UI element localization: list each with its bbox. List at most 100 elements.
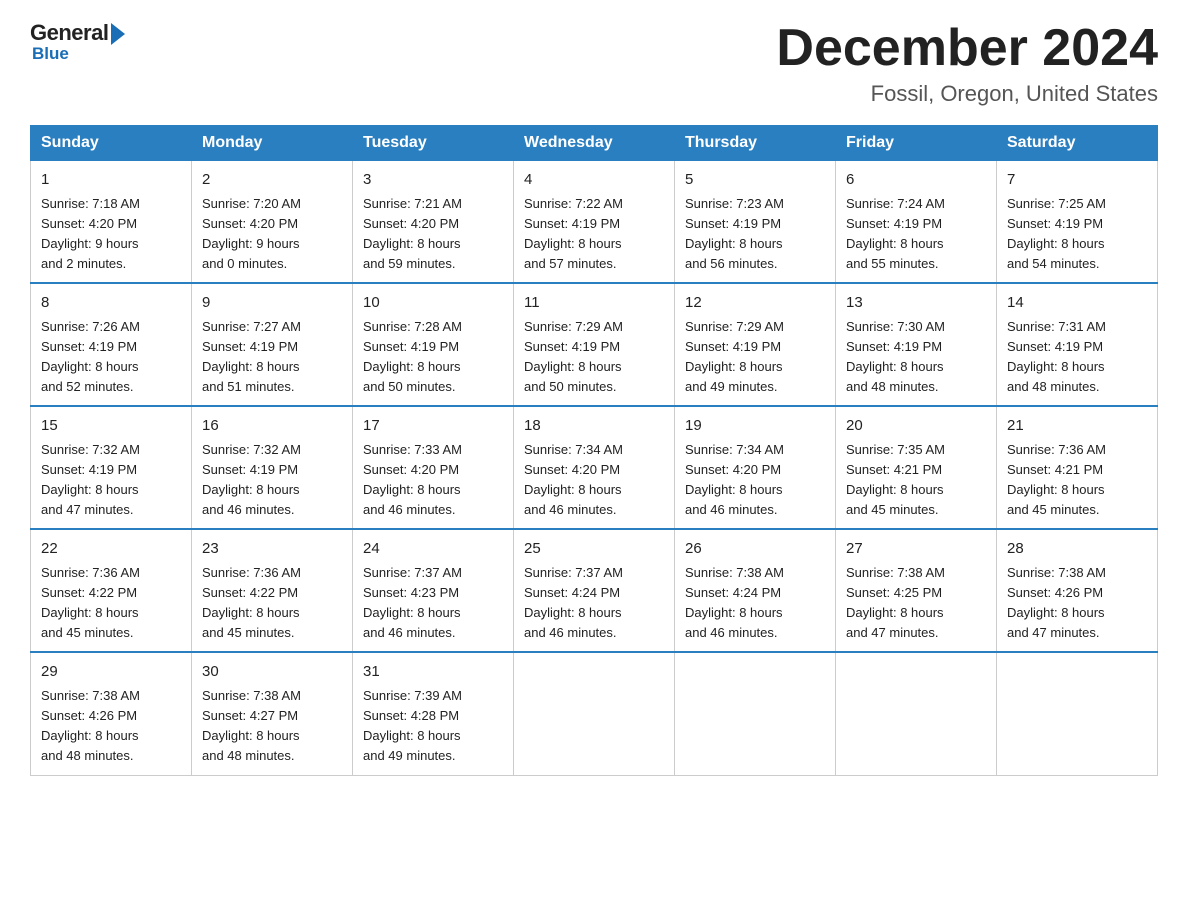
calendar-cell: 13 Sunrise: 7:30 AMSunset: 4:19 PMDaylig…: [836, 283, 997, 406]
calendar-week-row: 1 Sunrise: 7:18 AMSunset: 4:20 PMDayligh…: [31, 161, 1158, 284]
calendar-week-row: 29 Sunrise: 7:38 AMSunset: 4:26 PMDaylig…: [31, 652, 1158, 775]
title-block: December 2024 Fossil, Oregon, United Sta…: [776, 20, 1158, 107]
day-number: 13: [846, 292, 986, 315]
day-of-week-header: Saturday: [997, 126, 1158, 161]
day-info: Sunrise: 7:34 AMSunset: 4:20 PMDaylight:…: [524, 442, 623, 517]
day-of-week-header: Tuesday: [353, 126, 514, 161]
day-number: 23: [202, 538, 342, 561]
calendar-cell: 15 Sunrise: 7:32 AMSunset: 4:19 PMDaylig…: [31, 406, 192, 529]
calendar-week-row: 22 Sunrise: 7:36 AMSunset: 4:22 PMDaylig…: [31, 529, 1158, 652]
day-info: Sunrise: 7:38 AMSunset: 4:26 PMDaylight:…: [1007, 565, 1106, 640]
calendar-header-row: SundayMondayTuesdayWednesdayThursdayFrid…: [31, 126, 1158, 161]
calendar-week-row: 8 Sunrise: 7:26 AMSunset: 4:19 PMDayligh…: [31, 283, 1158, 406]
day-number: 1: [41, 169, 181, 192]
calendar-cell: 25 Sunrise: 7:37 AMSunset: 4:24 PMDaylig…: [514, 529, 675, 652]
day-info: Sunrise: 7:38 AMSunset: 4:25 PMDaylight:…: [846, 565, 945, 640]
calendar-cell: 4 Sunrise: 7:22 AMSunset: 4:19 PMDayligh…: [514, 161, 675, 284]
day-number: 9: [202, 292, 342, 315]
logo-arrow-icon: [111, 23, 125, 45]
day-number: 11: [524, 292, 664, 315]
calendar-cell: 20 Sunrise: 7:35 AMSunset: 4:21 PMDaylig…: [836, 406, 997, 529]
calendar-cell: 23 Sunrise: 7:36 AMSunset: 4:22 PMDaylig…: [192, 529, 353, 652]
calendar-table: SundayMondayTuesdayWednesdayThursdayFrid…: [30, 125, 1158, 775]
calendar-cell: 18 Sunrise: 7:34 AMSunset: 4:20 PMDaylig…: [514, 406, 675, 529]
day-number: 14: [1007, 292, 1147, 315]
day-of-week-header: Thursday: [675, 126, 836, 161]
calendar-cell: 8 Sunrise: 7:26 AMSunset: 4:19 PMDayligh…: [31, 283, 192, 406]
calendar-cell: 27 Sunrise: 7:38 AMSunset: 4:25 PMDaylig…: [836, 529, 997, 652]
day-info: Sunrise: 7:38 AMSunset: 4:26 PMDaylight:…: [41, 688, 140, 763]
calendar-week-row: 15 Sunrise: 7:32 AMSunset: 4:19 PMDaylig…: [31, 406, 1158, 529]
logo: General Blue: [30, 20, 125, 64]
calendar-cell: 1 Sunrise: 7:18 AMSunset: 4:20 PMDayligh…: [31, 161, 192, 284]
calendar-cell: 31 Sunrise: 7:39 AMSunset: 4:28 PMDaylig…: [353, 652, 514, 775]
day-number: 18: [524, 415, 664, 438]
day-info: Sunrise: 7:38 AMSunset: 4:24 PMDaylight:…: [685, 565, 784, 640]
day-number: 16: [202, 415, 342, 438]
day-number: 5: [685, 169, 825, 192]
day-number: 19: [685, 415, 825, 438]
day-info: Sunrise: 7:23 AMSunset: 4:19 PMDaylight:…: [685, 196, 784, 271]
calendar-cell: [514, 652, 675, 775]
day-number: 10: [363, 292, 503, 315]
calendar-cell: [675, 652, 836, 775]
calendar-cell: 21 Sunrise: 7:36 AMSunset: 4:21 PMDaylig…: [997, 406, 1158, 529]
day-info: Sunrise: 7:36 AMSunset: 4:22 PMDaylight:…: [202, 565, 301, 640]
day-number: 4: [524, 169, 664, 192]
day-number: 6: [846, 169, 986, 192]
day-info: Sunrise: 7:37 AMSunset: 4:23 PMDaylight:…: [363, 565, 462, 640]
day-info: Sunrise: 7:26 AMSunset: 4:19 PMDaylight:…: [41, 319, 140, 394]
calendar-cell: 6 Sunrise: 7:24 AMSunset: 4:19 PMDayligh…: [836, 161, 997, 284]
day-number: 31: [363, 661, 503, 684]
day-info: Sunrise: 7:35 AMSunset: 4:21 PMDaylight:…: [846, 442, 945, 517]
day-number: 7: [1007, 169, 1147, 192]
day-number: 27: [846, 538, 986, 561]
day-info: Sunrise: 7:20 AMSunset: 4:20 PMDaylight:…: [202, 196, 301, 271]
calendar-cell: 17 Sunrise: 7:33 AMSunset: 4:20 PMDaylig…: [353, 406, 514, 529]
day-info: Sunrise: 7:24 AMSunset: 4:19 PMDaylight:…: [846, 196, 945, 271]
day-number: 12: [685, 292, 825, 315]
month-title: December 2024: [776, 20, 1158, 77]
day-info: Sunrise: 7:18 AMSunset: 4:20 PMDaylight:…: [41, 196, 140, 271]
calendar-cell: 22 Sunrise: 7:36 AMSunset: 4:22 PMDaylig…: [31, 529, 192, 652]
calendar-cell: 26 Sunrise: 7:38 AMSunset: 4:24 PMDaylig…: [675, 529, 836, 652]
day-info: Sunrise: 7:36 AMSunset: 4:22 PMDaylight:…: [41, 565, 140, 640]
day-info: Sunrise: 7:38 AMSunset: 4:27 PMDaylight:…: [202, 688, 301, 763]
calendar-cell: 14 Sunrise: 7:31 AMSunset: 4:19 PMDaylig…: [997, 283, 1158, 406]
calendar-cell: 11 Sunrise: 7:29 AMSunset: 4:19 PMDaylig…: [514, 283, 675, 406]
calendar-cell: 5 Sunrise: 7:23 AMSunset: 4:19 PMDayligh…: [675, 161, 836, 284]
day-number: 22: [41, 538, 181, 561]
day-of-week-header: Wednesday: [514, 126, 675, 161]
day-info: Sunrise: 7:27 AMSunset: 4:19 PMDaylight:…: [202, 319, 301, 394]
calendar-cell: 19 Sunrise: 7:34 AMSunset: 4:20 PMDaylig…: [675, 406, 836, 529]
calendar-cell: 24 Sunrise: 7:37 AMSunset: 4:23 PMDaylig…: [353, 529, 514, 652]
day-info: Sunrise: 7:25 AMSunset: 4:19 PMDaylight:…: [1007, 196, 1106, 271]
day-number: 29: [41, 661, 181, 684]
day-number: 20: [846, 415, 986, 438]
day-info: Sunrise: 7:37 AMSunset: 4:24 PMDaylight:…: [524, 565, 623, 640]
calendar-cell: 10 Sunrise: 7:28 AMSunset: 4:19 PMDaylig…: [353, 283, 514, 406]
calendar-cell: 28 Sunrise: 7:38 AMSunset: 4:26 PMDaylig…: [997, 529, 1158, 652]
day-of-week-header: Friday: [836, 126, 997, 161]
page-header: General Blue December 2024 Fossil, Orego…: [30, 20, 1158, 107]
day-info: Sunrise: 7:30 AMSunset: 4:19 PMDaylight:…: [846, 319, 945, 394]
logo-blue-text: Blue: [32, 44, 69, 64]
day-info: Sunrise: 7:34 AMSunset: 4:20 PMDaylight:…: [685, 442, 784, 517]
day-number: 28: [1007, 538, 1147, 561]
day-number: 24: [363, 538, 503, 561]
day-info: Sunrise: 7:36 AMSunset: 4:21 PMDaylight:…: [1007, 442, 1106, 517]
calendar-cell: 7 Sunrise: 7:25 AMSunset: 4:19 PMDayligh…: [997, 161, 1158, 284]
day-info: Sunrise: 7:39 AMSunset: 4:28 PMDaylight:…: [363, 688, 462, 763]
day-info: Sunrise: 7:32 AMSunset: 4:19 PMDaylight:…: [41, 442, 140, 517]
calendar-cell: [836, 652, 997, 775]
day-number: 15: [41, 415, 181, 438]
calendar-cell: 29 Sunrise: 7:38 AMSunset: 4:26 PMDaylig…: [31, 652, 192, 775]
day-number: 25: [524, 538, 664, 561]
day-number: 2: [202, 169, 342, 192]
day-info: Sunrise: 7:22 AMSunset: 4:19 PMDaylight:…: [524, 196, 623, 271]
day-info: Sunrise: 7:21 AMSunset: 4:20 PMDaylight:…: [363, 196, 462, 271]
day-number: 21: [1007, 415, 1147, 438]
day-info: Sunrise: 7:29 AMSunset: 4:19 PMDaylight:…: [685, 319, 784, 394]
logo-general-text: General: [30, 20, 108, 46]
day-info: Sunrise: 7:28 AMSunset: 4:19 PMDaylight:…: [363, 319, 462, 394]
